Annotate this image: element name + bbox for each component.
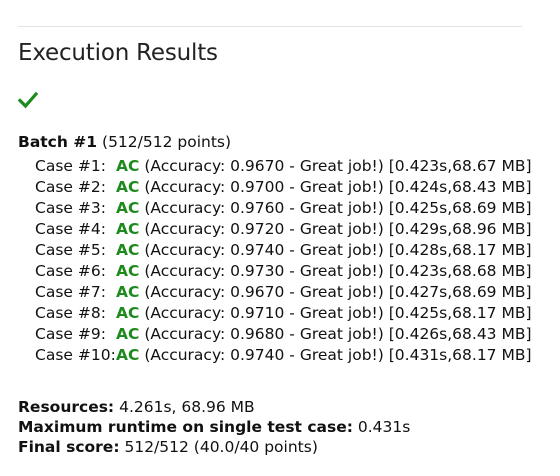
case-row: Case #6: AC (Accuracy: 0.9730 - Great job… — [35, 261, 532, 282]
case-row: Case #9: AC (Accuracy: 0.9680 - Great job… — [35, 324, 532, 345]
case-resources: [0.425s,68.69 MB] — [388, 199, 532, 217]
execution-results-panel: Execution Results Batch #1 (512/512 poin… — [0, 0, 560, 476]
case-detail: (Accuracy: 0.9670 - Great job!) — [144, 283, 384, 301]
resources-label: Resources: — [18, 398, 115, 416]
case-resources: [0.426s,68.43 MB] — [388, 325, 532, 343]
case-label: Case #10: — [35, 346, 116, 364]
case-resources: [0.423s,68.68 MB] — [388, 262, 532, 280]
batch-label: Batch #1 — [18, 133, 98, 151]
resources-line: Resources: 4.261s, 68.96 MB — [18, 397, 410, 417]
case-verdict: AC — [116, 325, 140, 343]
case-detail: (Accuracy: 0.9720 - Great job!) — [144, 220, 384, 238]
final-score-line: Final score: 512/512 (40.0/40 points) — [18, 437, 410, 457]
case-detail: (Accuracy: 0.9710 - Great job!) — [144, 304, 384, 322]
case-detail: (Accuracy: 0.9740 - Great job!) — [144, 241, 384, 259]
case-row: Case #8: AC (Accuracy: 0.9710 - Great job… — [35, 303, 532, 324]
case-resources: [0.431s,68.17 MB] — [388, 346, 532, 364]
divider — [18, 26, 522, 27]
case-verdict: AC — [116, 157, 140, 175]
final-score-label: Final score: — [18, 438, 120, 456]
check-icon — [18, 91, 38, 109]
case-verdict: AC — [116, 220, 140, 238]
case-verdict: AC — [116, 262, 140, 280]
case-verdict: AC — [116, 199, 140, 217]
page-title: Execution Results — [18, 40, 218, 66]
case-verdict: AC — [116, 304, 140, 322]
case-resources: [0.427s,68.69 MB] — [388, 283, 532, 301]
case-label: Case #1: — [35, 157, 106, 175]
case-row: Case #7: AC (Accuracy: 0.9670 - Great job… — [35, 282, 532, 303]
case-row: Case #10:AC (Accuracy: 0.9740 - Great jo… — [35, 345, 532, 366]
case-resources: [0.423s,68.67 MB] — [388, 157, 532, 175]
case-label: Case #9: — [35, 325, 106, 343]
final-score-value: 512/512 (40.0/40 points) — [124, 438, 318, 456]
resources-value: 4.261s, 68.96 MB — [119, 398, 255, 416]
case-resources: [0.429s,68.96 MB] — [388, 220, 532, 238]
case-row: Case #4: AC (Accuracy: 0.9720 - Great job… — [35, 219, 532, 240]
case-verdict: AC — [116, 346, 140, 364]
batch-points: (512/512 points) — [102, 133, 232, 151]
case-label: Case #5: — [35, 241, 106, 259]
case-label: Case #8: — [35, 304, 106, 322]
case-detail: (Accuracy: 0.9730 - Great job!) — [144, 262, 384, 280]
batch-header: Batch #1 (512/512 points) — [18, 133, 231, 151]
case-detail: (Accuracy: 0.9680 - Great job!) — [144, 325, 384, 343]
case-label: Case #4: — [35, 220, 106, 238]
case-detail: (Accuracy: 0.9760 - Great job!) — [144, 199, 384, 217]
case-row: Case #1: AC (Accuracy: 0.9670 - Great job… — [35, 156, 532, 177]
case-row: Case #3: AC (Accuracy: 0.9760 - Great job… — [35, 198, 532, 219]
case-row: Case #2: AC (Accuracy: 0.9700 - Great job… — [35, 177, 532, 198]
case-list: Case #1: AC (Accuracy: 0.9670 - Great job… — [35, 156, 532, 366]
max-runtime-value: 0.431s — [357, 418, 411, 436]
case-resources: [0.424s,68.43 MB] — [388, 178, 532, 196]
case-label: Case #3: — [35, 199, 106, 217]
summary: Resources: 4.261s, 68.96 MB Maximum runt… — [18, 397, 410, 457]
case-row: Case #5: AC (Accuracy: 0.9740 - Great job… — [35, 240, 532, 261]
case-verdict: AC — [116, 283, 140, 301]
case-label: Case #6: — [35, 262, 106, 280]
case-resources: [0.428s,68.17 MB] — [388, 241, 532, 259]
max-runtime-line: Maximum runtime on single test case: 0.4… — [18, 417, 410, 437]
case-resources: [0.425s,68.17 MB] — [388, 304, 532, 322]
case-label: Case #7: — [35, 283, 106, 301]
max-runtime-label: Maximum runtime on single test case: — [18, 418, 353, 436]
case-detail: (Accuracy: 0.9740 - Great job!) — [144, 346, 384, 364]
case-detail: (Accuracy: 0.9670 - Great job!) — [144, 157, 384, 175]
case-detail: (Accuracy: 0.9700 - Great job!) — [144, 178, 384, 196]
case-label: Case #2: — [35, 178, 106, 196]
case-verdict: AC — [116, 178, 140, 196]
case-verdict: AC — [116, 241, 140, 259]
